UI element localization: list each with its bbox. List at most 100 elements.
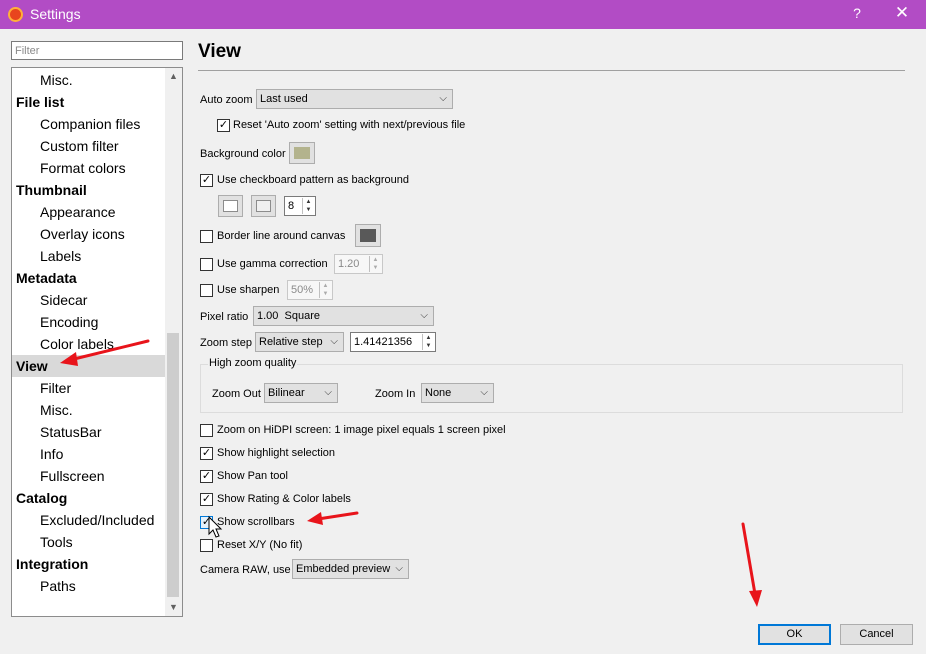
checkboard-label: Use checkboard pattern as background xyxy=(217,174,410,186)
tree-item-color-labels[interactable]: Color labels xyxy=(12,333,165,355)
tree-item-integration[interactable]: Integration xyxy=(12,553,165,575)
zoom-in-select[interactable]: None ⌵ xyxy=(421,383,494,403)
sharpen-spinbox[interactable]: 50% ▲ ▼ xyxy=(287,280,333,300)
scroll-up-icon[interactable]: ▲ xyxy=(165,68,182,85)
ok-button[interactable]: OK xyxy=(758,624,831,645)
tree-item-thumbnail[interactable]: Thumbnail xyxy=(12,179,165,201)
chevron-down-icon: ⌵ xyxy=(420,310,428,321)
auto-zoom-select[interactable]: Last used ⌵ xyxy=(256,89,453,109)
tree-item-excluded-included[interactable]: Excluded/Included xyxy=(12,509,165,531)
reset-auto-zoom-label: Reset 'Auto zoom' setting with next/prev… xyxy=(233,119,466,131)
tree-item-catalog[interactable]: Catalog xyxy=(12,487,165,509)
tree-item-overlay-icons[interactable]: Overlay icons xyxy=(12,223,165,245)
checkboard-color1-swatch xyxy=(223,200,238,212)
cancel-button[interactable]: Cancel xyxy=(840,624,913,645)
checkboard-size-value: 8 xyxy=(288,200,295,212)
settings-tree: Misc. File list Companion files Custom filt… xyxy=(11,67,183,617)
scroll-thumb[interactable] xyxy=(167,333,179,597)
chevron-down-icon: ⌵ xyxy=(439,93,447,104)
chevron-down-icon: ⌵ xyxy=(324,387,332,398)
title-divider xyxy=(198,70,905,71)
chevron-down-icon: ⌵ xyxy=(480,387,488,398)
tree-item-view[interactable]: View xyxy=(12,355,165,377)
highlight-selection-label: Show highlight selection xyxy=(217,447,336,459)
background-color-button[interactable] xyxy=(289,142,315,164)
high-zoom-group-title: High zoom quality xyxy=(208,357,298,369)
chevron-down-icon: ⌵ xyxy=(330,336,338,347)
camera-raw-select[interactable]: Embedded preview ⌵ xyxy=(292,559,409,579)
zoom-step-value: 1.41421356 xyxy=(354,336,413,348)
tree-item-file-list[interactable]: File list xyxy=(12,91,165,113)
sharpen-checkbox[interactable] xyxy=(200,284,213,297)
tree-item-fullscreen[interactable]: Fullscreen xyxy=(12,465,165,487)
highlight-selection-checkbox[interactable]: ✓ xyxy=(200,447,213,460)
gamma-spinbox[interactable]: 1.20 ▲ ▼ xyxy=(334,254,383,274)
spin-arrows-icon[interactable]: ▲ ▼ xyxy=(369,256,381,272)
pan-tool-label: Show Pan tool xyxy=(217,470,288,482)
scrollbars-label: Show scrollbars xyxy=(217,516,295,528)
border-line-color-swatch xyxy=(360,229,376,242)
zoom-out-select[interactable]: Bilinear ⌵ xyxy=(264,383,338,403)
help-button[interactable]: ? xyxy=(849,5,865,21)
close-button[interactable]: ✕ xyxy=(892,3,912,23)
camera-raw-value: Embedded preview xyxy=(296,563,391,575)
background-color-label: Background color xyxy=(200,148,286,160)
window-title: Settings xyxy=(30,6,81,22)
tree-item-metadata[interactable]: Metadata xyxy=(12,267,165,289)
tree-item-paths[interactable]: Paths xyxy=(12,575,165,597)
pixel-ratio-select[interactable]: 1.00 Square ⌵ xyxy=(253,306,434,326)
tree-item-tools[interactable]: Tools xyxy=(12,531,165,553)
spin-arrows-icon[interactable]: ▲ ▼ xyxy=(422,334,434,350)
checkboard-color2-swatch xyxy=(256,200,271,212)
scroll-down-icon[interactable]: ▼ xyxy=(165,599,182,616)
scrollbars-checkbox[interactable]: ✓ xyxy=(200,516,213,529)
zoom-in-label: Zoom In xyxy=(375,388,416,400)
tree-item-labels[interactable]: Labels xyxy=(12,245,165,267)
border-line-label: Border line around canvas xyxy=(217,230,346,242)
gamma-label: Use gamma correction xyxy=(217,258,328,270)
chevron-down-icon: ⌵ xyxy=(395,563,403,574)
zoom-step-mode-value: Relative step xyxy=(259,336,323,348)
checkboard-color1-button[interactable] xyxy=(218,195,243,217)
page-title: View xyxy=(198,41,241,62)
tree-item-misc[interactable]: Misc. xyxy=(12,69,165,91)
pixel-ratio-label: Pixel ratio xyxy=(200,311,249,323)
border-line-color-button[interactable] xyxy=(355,224,381,247)
filter-input[interactable] xyxy=(11,41,183,60)
zoom-out-label: Zoom Out xyxy=(212,388,261,400)
pan-tool-checkbox[interactable]: ✓ xyxy=(200,470,213,483)
zoom-step-label: Zoom step xyxy=(200,337,252,349)
hidpi-checkbox[interactable] xyxy=(200,424,213,437)
title-bar: Settings ? ✕ xyxy=(0,0,926,29)
zoom-out-value: Bilinear xyxy=(268,387,305,399)
tree-item-sidecar[interactable]: Sidecar xyxy=(12,289,165,311)
reset-auto-zoom-checkbox[interactable]: ✓ xyxy=(217,119,230,132)
app-icon xyxy=(8,7,23,22)
tree-scrollbar[interactable]: ▲ ▼ xyxy=(165,68,182,616)
checkboard-checkbox[interactable]: ✓ xyxy=(200,174,213,187)
checkboard-size-spinbox[interactable]: 8 ▲ ▼ xyxy=(284,196,316,216)
spin-arrows-icon[interactable]: ▲ ▼ xyxy=(302,198,314,214)
checkboard-color2-button[interactable] xyxy=(251,195,276,217)
zoom-step-mode-select[interactable]: Relative step ⌵ xyxy=(255,332,344,352)
reset-xy-checkbox[interactable] xyxy=(200,539,213,552)
border-line-checkbox[interactable] xyxy=(200,230,213,243)
tree-item-info[interactable]: Info xyxy=(12,443,165,465)
tree-item-custom-filter[interactable]: Custom filter xyxy=(12,135,165,157)
tree-item-companion-files[interactable]: Companion files xyxy=(12,113,165,135)
tree-item-filter[interactable]: Filter xyxy=(12,377,165,399)
spin-arrows-icon[interactable]: ▲ ▼ xyxy=(319,282,331,298)
reset-xy-label: Reset X/Y (No fit) xyxy=(217,539,303,551)
tree-item-appearance[interactable]: Appearance xyxy=(12,201,165,223)
gamma-checkbox[interactable] xyxy=(200,258,213,271)
tree-item-encoding[interactable]: Encoding xyxy=(12,311,165,333)
camera-raw-label: Camera RAW, use xyxy=(200,564,291,576)
background-color-swatch xyxy=(294,147,310,159)
rating-labels-checkbox[interactable]: ✓ xyxy=(200,493,213,506)
tree-item-statusbar[interactable]: StatusBar xyxy=(12,421,165,443)
auto-zoom-value: Last used xyxy=(260,93,308,105)
gamma-value: 1.20 xyxy=(338,258,360,270)
tree-item-format-colors[interactable]: Format colors xyxy=(12,157,165,179)
tree-item-misc[interactable]: Misc. xyxy=(12,399,165,421)
zoom-step-spinbox[interactable]: 1.41421356 ▲ ▼ xyxy=(350,332,436,352)
